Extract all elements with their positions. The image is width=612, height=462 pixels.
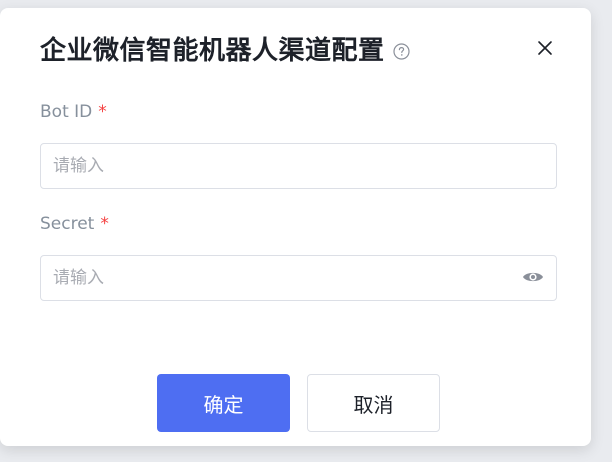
toggle-visibility-button[interactable] — [520, 265, 546, 291]
secret-label-text: Secret — [40, 214, 95, 234]
cancel-button[interactable]: 取消 — [307, 374, 440, 432]
secret-input[interactable] — [41, 256, 520, 300]
channel-config-dialog: 企业微信智能机器人渠道配置 Bot ID* Secret* — [0, 8, 591, 446]
confirm-button[interactable]: 确定 — [157, 374, 290, 432]
secret-required-mark: * — [100, 214, 109, 234]
close-icon — [537, 40, 553, 60]
secret-label: Secret * — [40, 212, 109, 236]
dialog-title: 企业微信智能机器人渠道配置 — [40, 36, 385, 66]
bot-id-input-wrapper — [40, 143, 557, 189]
close-button[interactable] — [533, 38, 557, 62]
question-circle-icon[interactable] — [392, 42, 410, 60]
dialog-header: 企业微信智能机器人渠道配置 — [40, 34, 410, 68]
eye-icon — [522, 269, 544, 288]
bot-id-input[interactable] — [41, 144, 556, 188]
bot-id-required-mark: * — [98, 102, 107, 122]
bot-id-label-text: Bot ID — [40, 102, 93, 122]
secret-input-wrapper — [40, 255, 557, 301]
bot-id-label: Bot ID * — [40, 100, 107, 124]
